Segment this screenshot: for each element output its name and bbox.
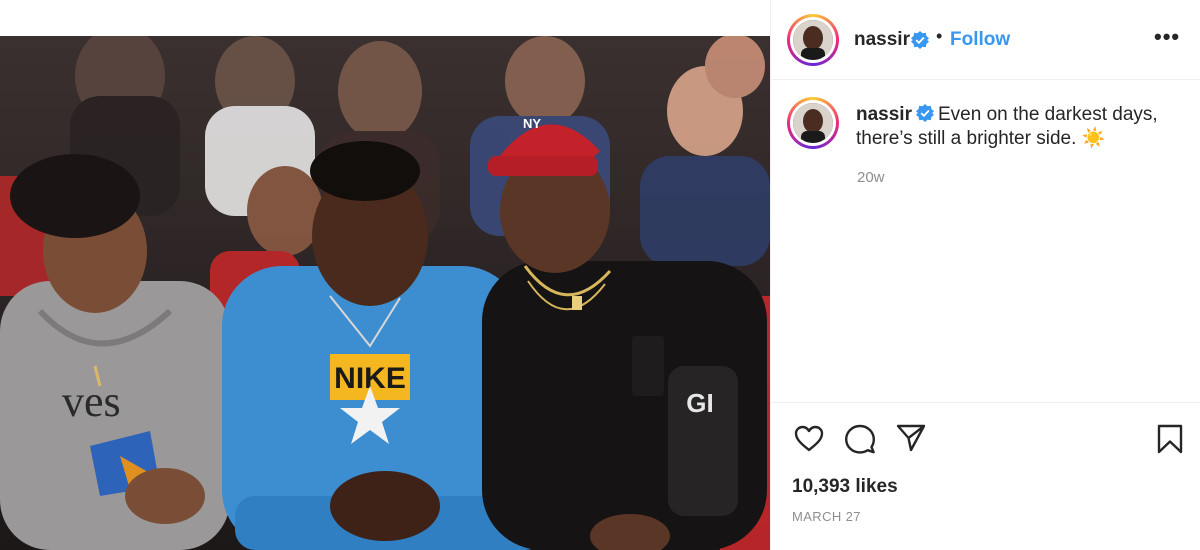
- follow-button[interactable]: Follow: [950, 29, 1010, 51]
- post-header: nassir • Follow •••: [771, 0, 1200, 80]
- heart-icon[interactable]: [793, 423, 825, 455]
- bookmark-icon[interactable]: [1154, 423, 1186, 455]
- separator-dot: •: [936, 26, 943, 46]
- cap-logo-text: NY: [523, 116, 541, 131]
- header-username[interactable]: nassir: [854, 29, 910, 51]
- header-avatar[interactable]: [787, 14, 839, 66]
- caption-avatar[interactable]: [787, 97, 839, 149]
- likes-count[interactable]: 10,393 likes: [792, 476, 898, 498]
- comment-icon[interactable]: [844, 423, 876, 455]
- hoodie-print-text: ves: [62, 377, 121, 426]
- more-options-icon[interactable]: •••: [1154, 24, 1180, 50]
- post-side-panel: nassir • Follow ••• nassir Even on the d…: [770, 0, 1200, 550]
- caption-text-block: nassir Even on the darkest days, there’s…: [856, 103, 1176, 151]
- post-actions: 10,393 likes MARCH 27: [771, 402, 1200, 550]
- sun-emoji: ☀️: [1081, 128, 1106, 149]
- caption-area: nassir Even on the darkest days, there’s…: [771, 80, 1200, 400]
- caption-username[interactable]: nassir: [856, 104, 912, 125]
- verified-badge-icon: [915, 104, 934, 122]
- post-time-ago[interactable]: 20w: [857, 169, 885, 186]
- paper-plane-icon[interactable]: [895, 422, 927, 454]
- page-top-strip: [0, 0, 770, 36]
- verified-badge-icon: [911, 31, 929, 49]
- post-photo[interactable]: ves NIKE NY GI: [0, 36, 770, 550]
- post-photo-illustration: ves NIKE NY GI: [0, 36, 770, 550]
- seat-print-text: GI: [686, 388, 713, 418]
- post-date: MARCH 27: [792, 509, 861, 524]
